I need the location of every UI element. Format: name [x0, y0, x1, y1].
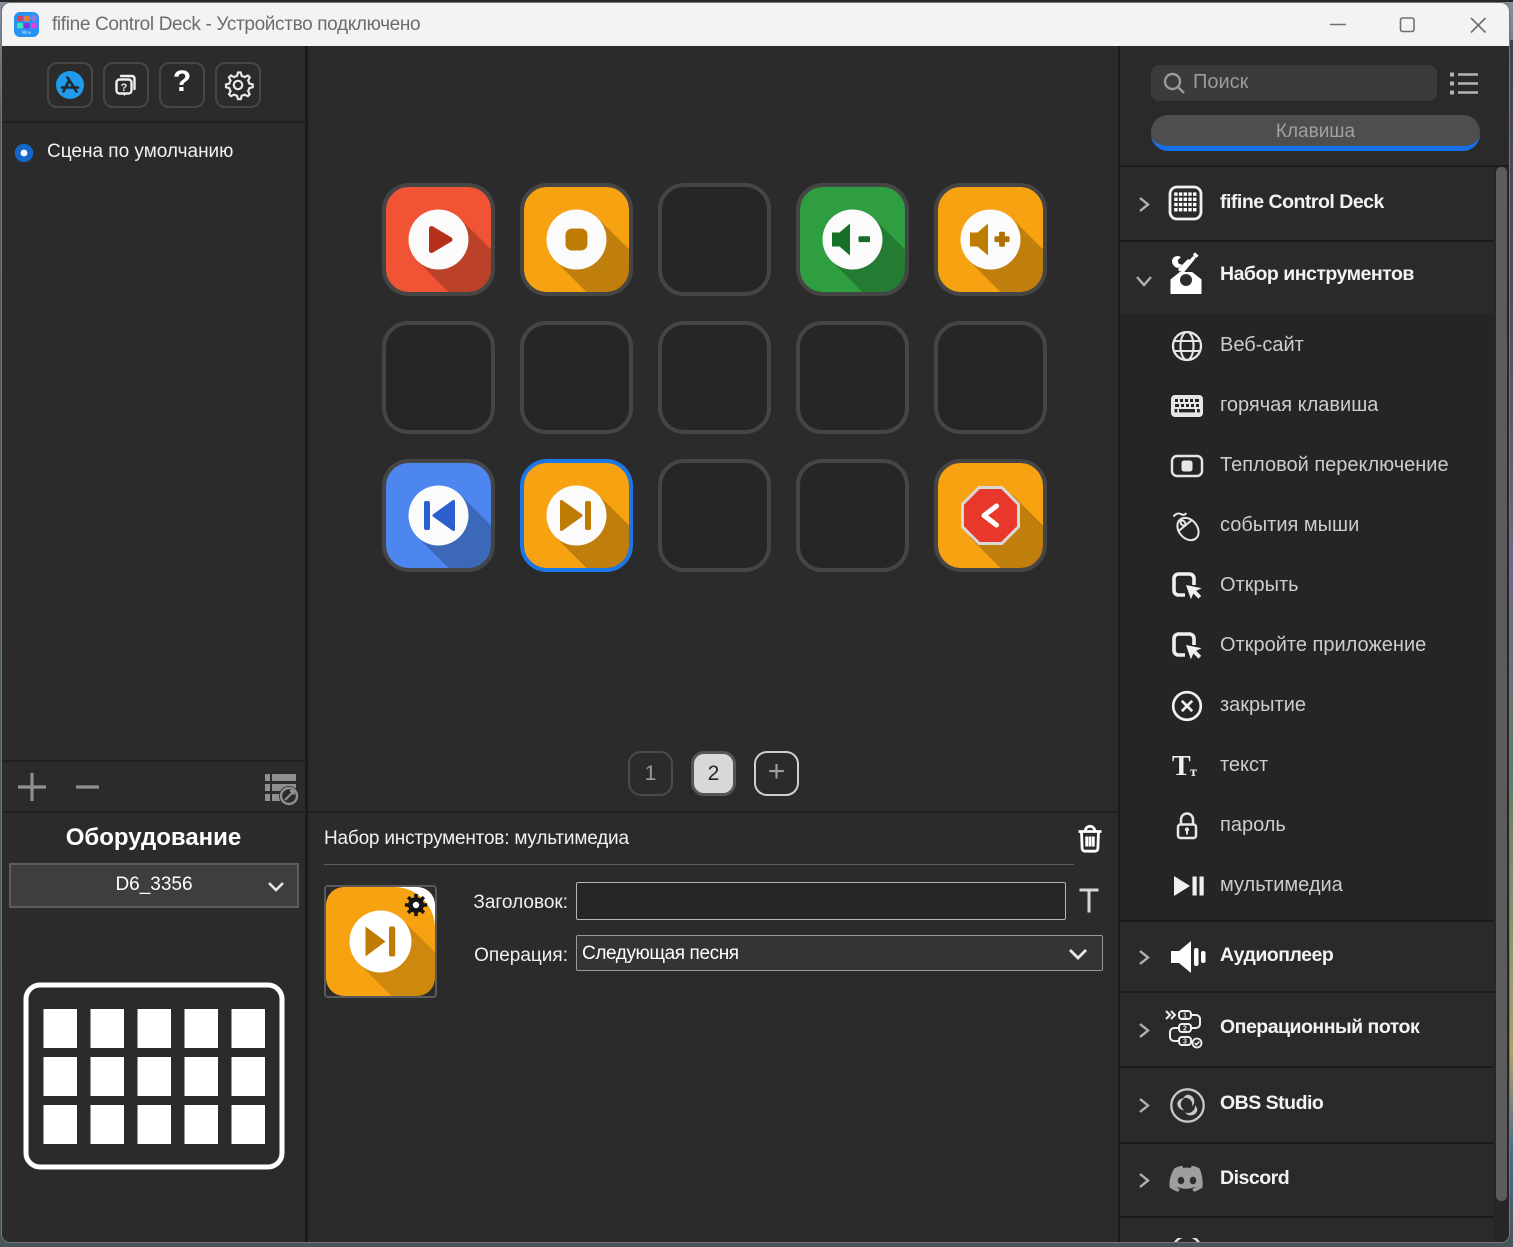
svg-text:?: ?: [121, 82, 128, 94]
svg-text:T: T: [1172, 751, 1191, 782]
svg-text:1: 1: [1183, 1013, 1187, 1020]
svg-text:2: 2: [1183, 1026, 1187, 1033]
svg-text:fifine: fifine: [22, 30, 32, 35]
svg-text:т: т: [1190, 765, 1197, 780]
svg-text:3: 3: [1183, 1039, 1187, 1046]
